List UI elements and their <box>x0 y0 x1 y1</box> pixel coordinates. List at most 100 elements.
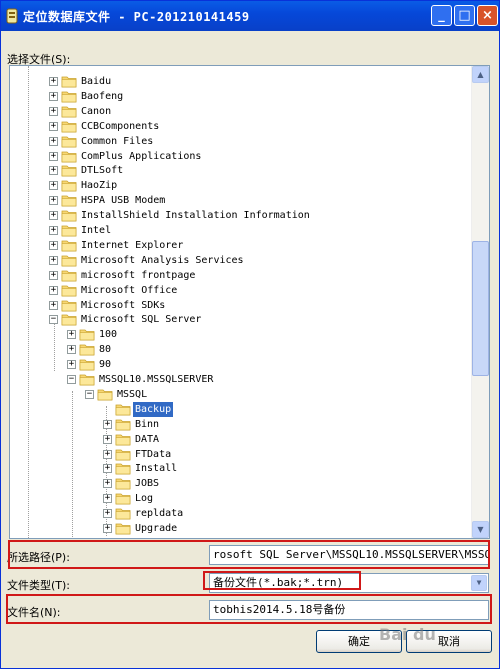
expand-icon[interactable]: + <box>49 91 58 101</box>
tree-node[interactable]: + DTLSoft <box>10 163 470 178</box>
tree-node[interactable]: + Canon <box>10 104 470 119</box>
scroll-down-button[interactable]: ▼ <box>472 521 489 538</box>
tree-node[interactable]: + Baofeng <box>10 89 470 104</box>
expand-icon[interactable]: + <box>67 330 76 340</box>
tree-node[interactable]: + Baidu <box>10 74 470 89</box>
folder-icon <box>79 359 95 371</box>
tree-node[interactable]: +80 <box>10 342 470 357</box>
tree-node[interactable]: + HSPA USB Modem <box>10 193 470 208</box>
maximize-button[interactable]: □ <box>454 5 475 26</box>
tree-node[interactable]: + Log <box>10 491 470 506</box>
file-name-label: 文件名(N): <box>7 606 61 619</box>
tree-node[interactable]: − MSSQL10.MSSQLSERVER <box>10 372 470 387</box>
tree-node[interactable]: − Microsoft SQL Server <box>10 312 470 327</box>
expand-icon[interactable]: + <box>49 270 58 280</box>
title-bar[interactable]: 定位数据库文件 - PC-201210141459 _ □ × <box>1 1 499 31</box>
tree-node-label: Baidu <box>81 76 112 87</box>
expand-icon[interactable]: + <box>67 360 76 370</box>
tree-node[interactable]: + FTData <box>10 447 470 462</box>
tree-node[interactable]: + Common Files <box>10 134 470 149</box>
tree-node[interactable]: + Binn <box>10 417 470 432</box>
folder-icon <box>115 478 131 490</box>
tree-node[interactable]: + Internet Explorer <box>10 238 470 253</box>
tree-node[interactable]: + microsoft frontpage <box>10 268 470 283</box>
tree-node[interactable]: +100 <box>10 327 470 342</box>
tree-node[interactable]: + HaoZip <box>10 178 470 193</box>
expand-icon[interactable]: + <box>49 255 58 265</box>
expand-icon[interactable]: + <box>49 106 58 116</box>
expand-icon[interactable]: + <box>49 285 58 295</box>
collapse-icon[interactable]: − <box>67 375 76 384</box>
file-type-select[interactable]: 备份文件(*.bak;*.trn) ▼ <box>209 573 489 593</box>
folder-tree[interactable]: + Baidu + Baofeng + Canon + CCBComponents + Commo… <box>9 65 490 539</box>
tree-node-label: ComPlus Applications <box>81 150 202 162</box>
expand-icon[interactable]: + <box>49 211 58 221</box>
expand-icon[interactable]: + <box>49 226 58 235</box>
collapse-icon[interactable]: − <box>49 315 58 325</box>
chevron-down-icon[interactable]: ▼ <box>471 575 487 591</box>
tree-node-label: HaoZip <box>81 180 118 192</box>
scroll-thumb[interactable] <box>472 241 489 376</box>
tree-node[interactable]: + repldata <box>10 506 470 521</box>
expand-icon[interactable]: + <box>49 240 58 250</box>
tree-node[interactable]: + Upgrade <box>10 521 470 536</box>
tree-node[interactable]: + Microsoft Office <box>10 283 470 298</box>
expand-icon[interactable]: + <box>49 196 58 206</box>
tree-node-label: CCBComponents <box>81 120 160 132</box>
folder-icon <box>61 240 77 252</box>
file-type-label: 文件类型(T): <box>7 579 71 592</box>
tree-node-label: Microsoft Analysis Services <box>81 254 244 266</box>
expand-icon[interactable]: + <box>103 419 112 429</box>
minimize-button[interactable]: _ <box>431 5 452 26</box>
tree-node-label: microsoft frontpage <box>81 269 196 281</box>
expand-icon[interactable]: + <box>103 509 112 519</box>
tree-node[interactable]: + JOBS <box>10 476 470 491</box>
expand-icon[interactable]: + <box>49 300 58 310</box>
tree-node[interactable]: Backup <box>10 401 470 417</box>
close-button[interactable]: × <box>477 5 498 26</box>
tree-node[interactable]: + Install <box>10 461 470 476</box>
collapse-icon[interactable]: − <box>85 389 94 399</box>
folder-icon <box>115 523 131 535</box>
folder-icon <box>115 508 131 520</box>
expand-icon[interactable]: + <box>49 77 58 86</box>
tree-node[interactable]: + CCBComponents <box>10 119 470 134</box>
folder-icon <box>61 270 77 282</box>
expand-icon[interactable]: + <box>103 494 112 504</box>
expand-icon[interactable]: + <box>103 449 112 459</box>
expand-icon[interactable]: + <box>103 434 112 444</box>
tree-node[interactable]: + Microsoft Analysis Services <box>10 253 470 268</box>
scroll-up-button[interactable]: ▲ <box>472 66 489 83</box>
expand-icon[interactable]: + <box>103 524 112 533</box>
file-type-value: 备份文件(*.bak;*.trn) <box>213 576 344 589</box>
selected-path-field[interactable]: rosoft SQL Server\MSSQL10.MSSQLSERVER\MS… <box>209 545 489 565</box>
folder-icon <box>79 344 95 356</box>
tree-node[interactable]: + Microsoft SDKs <box>10 298 470 313</box>
tree-node[interactable]: +90 <box>10 357 470 372</box>
tree-vertical-scrollbar[interactable]: ▲ ▼ <box>471 66 489 538</box>
expand-icon[interactable]: + <box>49 121 58 131</box>
expand-icon[interactable]: + <box>103 479 112 489</box>
tree-node-label: InstallShield Installation Information <box>81 210 310 222</box>
watermark-logo: Bai du <box>379 625 436 644</box>
tree-node[interactable]: − MSSQL <box>10 387 470 402</box>
tree-node-label: Install <box>135 463 178 475</box>
expand-icon[interactable]: + <box>49 136 58 146</box>
expand-icon[interactable]: + <box>67 345 76 355</box>
expand-icon[interactable]: + <box>49 151 58 161</box>
tree-node-label: DTLSoft <box>81 165 124 177</box>
expand-icon[interactable]: + <box>49 166 58 176</box>
tree-node[interactable]: + DATA <box>10 432 470 447</box>
file-name-input[interactable]: tobhis2014.5.18号备份 <box>209 600 489 620</box>
folder-icon <box>97 389 113 401</box>
expand-icon[interactable]: + <box>103 464 112 474</box>
tree-node-label: Intel <box>81 225 112 236</box>
expand-icon[interactable]: + <box>49 181 58 191</box>
tree-node[interactable]: + Intel <box>10 223 470 238</box>
tree-node[interactable]: + InstallShield Installation Information <box>10 208 470 223</box>
folder-icon <box>61 225 77 237</box>
tree-node-label: Log <box>135 493 154 505</box>
folder-icon <box>79 329 95 341</box>
tree-node-label: FTData <box>135 448 172 460</box>
tree-node[interactable]: + ComPlus Applications <box>10 149 470 164</box>
